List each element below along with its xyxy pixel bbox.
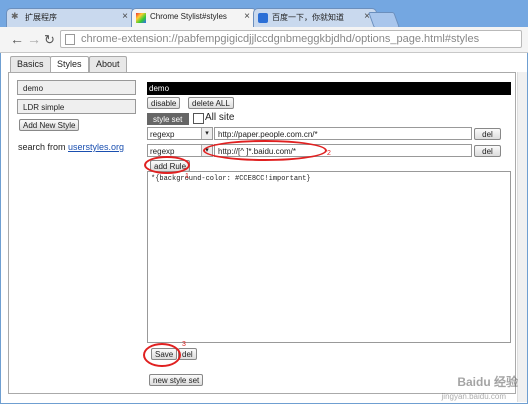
disable-button[interactable]: disable	[147, 97, 181, 109]
tab-extensions[interactable]: ✱ 扩展程序 ×	[6, 8, 135, 27]
tab-label: 扩展程序	[25, 13, 57, 22]
all-site-label: All site	[205, 112, 235, 123]
style-list-item[interactable]: demo	[17, 80, 136, 95]
annotation-number: 3	[182, 341, 186, 348]
rule-pattern-input[interactable]: http://paper.people.com.cn/*	[214, 127, 472, 140]
annotation-ring-pattern	[203, 140, 327, 161]
tab-label: Chrome Stylist#styles	[150, 12, 227, 21]
search-hint: search from userstyles.org	[18, 142, 124, 152]
tab-baidu[interactable]: 百度一下，你就知道 ×	[253, 8, 377, 27]
style-list-item[interactable]: LDR simple	[17, 99, 136, 114]
annotation-number: 1	[185, 173, 189, 180]
baidu-watermark-url: jingyan.baidu.com	[441, 392, 506, 401]
annotation-ring-save	[143, 343, 181, 367]
rule-type-value: regexp	[150, 130, 175, 139]
url-scheme: chrome-extension://	[81, 33, 178, 45]
puzzle-icon: ✱	[11, 11, 19, 21]
back-icon[interactable]: ←	[10, 31, 24, 47]
rule-del-button[interactable]: del	[474, 128, 501, 140]
add-new-style-button[interactable]: Add New Style	[19, 119, 80, 131]
delete-all-button[interactable]: delete ALL	[188, 97, 234, 109]
rule-type-select[interactable]: regexp ▾	[147, 127, 213, 140]
page-icon	[65, 34, 75, 45]
stylist-logo-icon	[136, 13, 146, 23]
new-tab-button[interactable]	[368, 12, 400, 28]
annotation-ring-add-rule	[144, 156, 190, 174]
rule-type-value: regexp	[150, 147, 175, 156]
css-editor[interactable]: *{background-color: #CCE8CC!important}	[147, 171, 511, 343]
style-set-label: style set	[147, 113, 189, 125]
chevron-down-icon: ▾	[201, 128, 212, 139]
rule-del-button[interactable]: del	[474, 145, 501, 157]
tab-strip: ✱ 扩展程序 × Chrome Stylist#styles × 百度一下，你就…	[0, 0, 528, 28]
close-icon[interactable]: ×	[244, 11, 250, 22]
address-bar[interactable]: chrome-extension://pabfempgigicdjjlccdgn…	[60, 30, 522, 48]
annotation-number: 2	[327, 150, 331, 157]
page-scrollbar[interactable]	[517, 72, 527, 402]
new-style-set-button[interactable]: new style set	[149, 374, 204, 386]
style-name-field[interactable]: demo	[147, 82, 511, 95]
tab-styles[interactable]: Styles	[50, 56, 89, 73]
tab-basics[interactable]: Basics	[10, 56, 51, 72]
search-prefix: search from	[18, 142, 69, 152]
userstyles-link[interactable]: userstyles.org	[68, 142, 124, 152]
baidu-paw-icon	[258, 13, 268, 23]
reload-icon[interactable]: ↻	[44, 32, 55, 48]
browser-toolbar: ← → ↻ chrome-extension://pabfempgigicdjj…	[0, 27, 528, 53]
tab-chrome-stylist[interactable]: Chrome Stylist#styles ×	[131, 8, 257, 27]
tab-label: 百度一下，你就知道	[272, 13, 344, 22]
close-icon[interactable]: ×	[122, 11, 128, 22]
forward-icon[interactable]: →	[27, 31, 41, 47]
baidu-watermark: Baidu 经验	[457, 375, 518, 389]
url-path: pabfempgigicdjjlccdgnbmeggkbjdhd/options…	[177, 33, 480, 45]
tab-about[interactable]: About	[89, 56, 127, 72]
all-site-checkbox[interactable]	[193, 113, 204, 124]
